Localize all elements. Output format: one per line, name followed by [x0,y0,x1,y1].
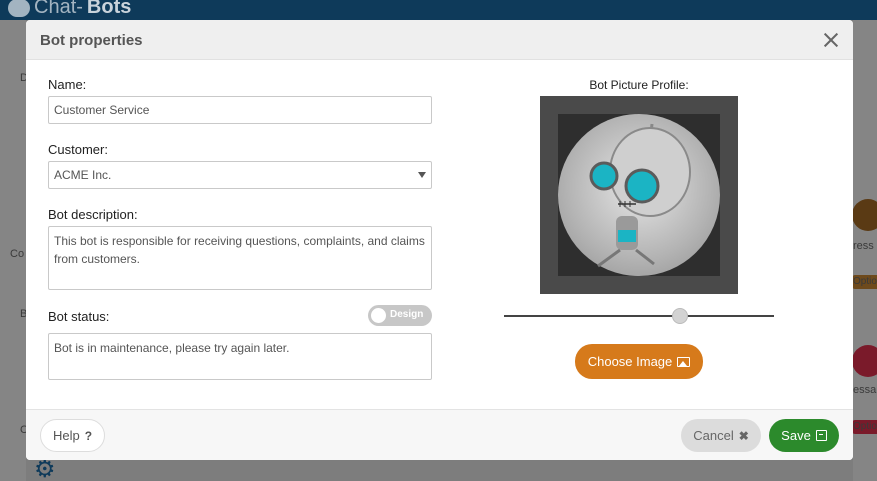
chevron-down-icon [418,172,426,178]
bg-label: Optio [853,421,877,432]
name-label: Name: [48,77,87,92]
customer-label: Customer: [48,142,108,157]
help-label: Help [52,428,80,443]
customer-select-value: ACME Inc. [54,168,112,182]
choose-image-label: Choose Image [587,354,673,369]
description-field[interactable]: This bot is responsible for receiving qu… [48,226,432,290]
floppy-disk-icon [815,430,827,441]
cancel-button[interactable]: Cancel ✖ [681,419,761,452]
save-button[interactable]: Save [769,419,839,452]
bg-label: Co [10,248,25,260]
modal-title: Bot properties [40,32,143,49]
logo-bubble-icon [8,0,30,17]
cancel-label: Cancel [693,428,734,443]
status-label: Bot status: [48,309,110,324]
modal-footer: Help ? Cancel ✖ Save [26,409,853,460]
picture-label: Bot Picture Profile: [589,78,689,92]
customer-select[interactable]: ACME Inc. [48,161,432,189]
bot-properties-modal: Bot properties Name: Customer Service Cu… [26,20,853,460]
save-label: Save [781,428,811,443]
zoom-slider-thumb[interactable] [671,308,688,324]
name-field[interactable]: Customer Service [48,96,432,124]
help-button[interactable]: Help ? [40,419,105,452]
status-message-field[interactable]: Bot is in maintenance, please try again … [48,333,432,380]
question-icon: ? [84,428,93,443]
robot-icon [589,123,691,268]
bg-label: essa [853,384,877,396]
toggle-knob [371,308,386,323]
bg-label: ress [853,240,874,252]
choose-image-button[interactable]: Choose Image [575,344,703,379]
logo-prefix: Chat- [34,0,83,18]
logo-suffix: Bots [86,0,132,18]
app-logo: Chat- Bots [8,0,131,19]
app-header: Chat- Bots [0,0,877,20]
modal-header: Bot properties [26,20,853,60]
bot-picture-frame [540,96,738,294]
description-label: Bot description: [48,207,138,222]
message-icon [852,345,877,377]
close-icon: ✖ [738,428,749,443]
close-icon[interactable] [821,30,841,50]
bot-avatar-image [558,114,720,276]
code-icon [852,199,877,231]
image-icon [677,356,691,367]
bot-picture [558,114,720,276]
status-toggle[interactable]: Design [368,305,432,326]
background-bottom-bar [26,460,853,481]
zoom-slider[interactable] [504,315,774,317]
bg-label: Optio [853,276,877,287]
toggle-label: Design [390,309,424,320]
